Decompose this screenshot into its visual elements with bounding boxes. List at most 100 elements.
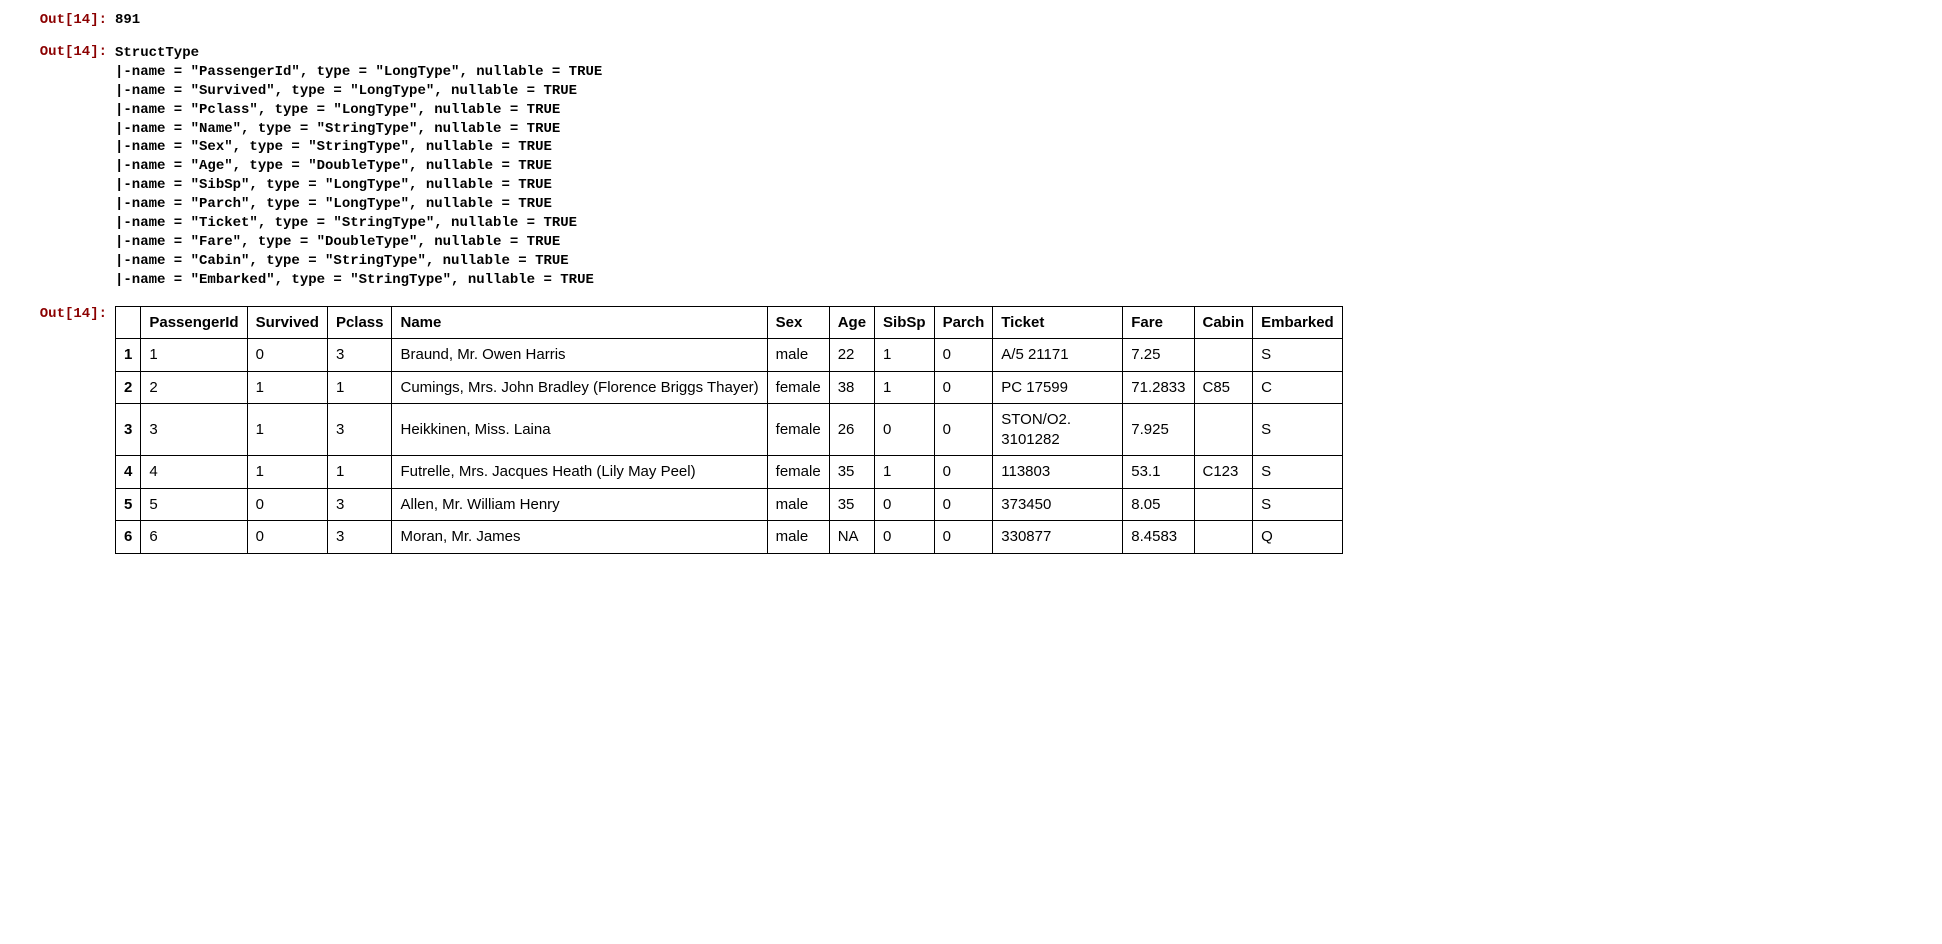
table-cell: Q <box>1253 521 1343 554</box>
table-cell: 0 <box>934 456 993 489</box>
table-cell: 1 <box>327 456 392 489</box>
table-cell: S <box>1253 456 1343 489</box>
table-row-index: 6 <box>116 521 141 554</box>
table-cell: 0 <box>934 371 993 404</box>
output-prompt: Out[14]: <box>20 10 115 28</box>
table-column-header: PassengerId <box>141 306 247 339</box>
table-cell: 3 <box>327 339 392 372</box>
output-schema-text: StructType |-name = "PassengerId", type … <box>115 42 602 290</box>
table-cell: 1 <box>247 404 327 456</box>
table-cell: Futrelle, Mrs. Jacques Heath (Lily May P… <box>392 456 767 489</box>
output-cell-schema: Out[14]: StructType |-name = "PassengerI… <box>20 42 1922 290</box>
table-cell: NA <box>829 521 874 554</box>
table-cell: 0 <box>247 521 327 554</box>
table-cell: 1 <box>875 371 935 404</box>
table-cell: male <box>767 521 829 554</box>
table-cell: male <box>767 339 829 372</box>
table-cell: Braund, Mr. Owen Harris <box>392 339 767 372</box>
table-cell: Cumings, Mrs. John Bradley (Florence Bri… <box>392 371 767 404</box>
table-cell: 2 <box>141 371 247 404</box>
table-cell: 7.925 <box>1123 404 1194 456</box>
table-cell: 8.4583 <box>1123 521 1194 554</box>
table-column-header: Parch <box>934 306 993 339</box>
table-cell: 0 <box>934 339 993 372</box>
table-row-index: 1 <box>116 339 141 372</box>
table-row: 1103Braund, Mr. Owen Harrismale2210A/5 2… <box>116 339 1343 372</box>
table-column-header: Name <box>392 306 767 339</box>
table-cell: 4 <box>141 456 247 489</box>
output-cell-count: Out[14]: 891 <box>20 10 1922 28</box>
table-corner-cell <box>116 306 141 339</box>
table-cell: S <box>1253 339 1343 372</box>
table-cell: 8.05 <box>1123 488 1194 521</box>
output-cell-table: Out[14]: PassengerIdSurvivedPclassNameSe… <box>20 304 1922 554</box>
table-cell: 7.25 <box>1123 339 1194 372</box>
table-cell: female <box>767 371 829 404</box>
table-row: 4411Futrelle, Mrs. Jacques Heath (Lily M… <box>116 456 1343 489</box>
table-cell: 0 <box>934 521 993 554</box>
table-cell: 1 <box>247 371 327 404</box>
table-cell: 330877 <box>993 521 1123 554</box>
table-column-header: SibSp <box>875 306 935 339</box>
table-cell: 6 <box>141 521 247 554</box>
table-cell: Heikkinen, Miss. Laina <box>392 404 767 456</box>
table-cell: 38 <box>829 371 874 404</box>
table-cell: 113803 <box>993 456 1123 489</box>
table-cell: S <box>1253 488 1343 521</box>
table-column-header: Pclass <box>327 306 392 339</box>
table-cell: S <box>1253 404 1343 456</box>
table-row-index: 3 <box>116 404 141 456</box>
table-row: 2211Cumings, Mrs. John Bradley (Florence… <box>116 371 1343 404</box>
table-cell: 0 <box>247 488 327 521</box>
table-cell: 22 <box>829 339 874 372</box>
table-cell: 35 <box>829 488 874 521</box>
table-cell: 71.2833 <box>1123 371 1194 404</box>
table-row-index: 5 <box>116 488 141 521</box>
table-cell <box>1194 521 1253 554</box>
table-cell: 0 <box>875 521 935 554</box>
table-cell: 1 <box>875 339 935 372</box>
table-header-row: PassengerIdSurvivedPclassNameSexAgeSibSp… <box>116 306 1343 339</box>
table-row-index: 2 <box>116 371 141 404</box>
table-row-index: 4 <box>116 456 141 489</box>
table-cell: 1 <box>327 371 392 404</box>
table-cell: 1 <box>247 456 327 489</box>
table-column-header: Age <box>829 306 874 339</box>
table-column-header: Sex <box>767 306 829 339</box>
table-cell: C85 <box>1194 371 1253 404</box>
table-cell: 35 <box>829 456 874 489</box>
table-column-header: Ticket <box>993 306 1123 339</box>
table-cell <box>1194 404 1253 456</box>
output-prompt: Out[14]: <box>20 304 115 322</box>
dataframe-wrapper: PassengerIdSurvivedPclassNameSexAgeSibSp… <box>115 304 1343 554</box>
table-cell: 53.1 <box>1123 456 1194 489</box>
table-cell: 1 <box>875 456 935 489</box>
table-cell: C123 <box>1194 456 1253 489</box>
table-cell: PC 17599 <box>993 371 1123 404</box>
table-cell: 3 <box>327 521 392 554</box>
table-cell: 3 <box>327 404 392 456</box>
table-cell: male <box>767 488 829 521</box>
table-cell: C <box>1253 371 1343 404</box>
table-cell <box>1194 488 1253 521</box>
table-column-header: Embarked <box>1253 306 1343 339</box>
dataframe-table: PassengerIdSurvivedPclassNameSexAgeSibSp… <box>115 306 1343 554</box>
table-row: 3313Heikkinen, Miss. Lainafemale2600STON… <box>116 404 1343 456</box>
table-column-header: Fare <box>1123 306 1194 339</box>
table-cell: Moran, Mr. James <box>392 521 767 554</box>
table-cell: female <box>767 456 829 489</box>
table-cell <box>1194 339 1253 372</box>
table-column-header: Cabin <box>1194 306 1253 339</box>
table-row: 5503Allen, Mr. William Henrymale35003734… <box>116 488 1343 521</box>
table-cell: A/5 21171 <box>993 339 1123 372</box>
table-cell: female <box>767 404 829 456</box>
output-count-value: 891 <box>115 10 140 28</box>
table-cell: 5 <box>141 488 247 521</box>
output-prompt: Out[14]: <box>20 42 115 60</box>
table-cell: 0 <box>875 488 935 521</box>
table-cell: 0 <box>934 404 993 456</box>
table-column-header: Survived <box>247 306 327 339</box>
table-cell: 0 <box>247 339 327 372</box>
table-cell: STON/O2. 3101282 <box>993 404 1123 456</box>
table-cell: 0 <box>934 488 993 521</box>
